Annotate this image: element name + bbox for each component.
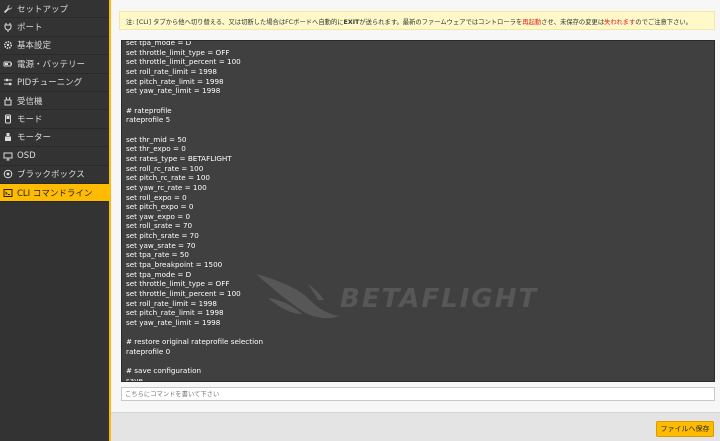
command-input[interactable] [121,387,715,401]
console-line: set pitch_rate_limit = 1998 [126,76,224,86]
sidebar-item-4[interactable]: PIDチューニング [0,74,109,92]
sidebar-item-6[interactable]: モード [0,110,109,129]
sidebar-item-label: 受信機 [17,96,43,107]
save-to-file-button[interactable]: ファイルへ保存 [656,421,714,437]
battery-icon [3,59,13,69]
console-line: set yaw_rc_rate = 100 [126,182,207,192]
sidebar-item-label: モーター [17,133,52,144]
console-line: set pitch_expo = 0 [126,202,194,212]
console-line: set pitch_rc_rate = 100 [126,173,211,183]
console-line: set roll_srate = 70 [126,221,193,231]
sidebar-item-label: OSD [17,150,36,161]
console-line: set yaw_rate_limit = 1998 [126,86,221,96]
console-line: rateprofile 5 [126,115,171,125]
blackbox-icon [3,169,13,179]
notice-restart: 再起動 [522,19,542,26]
console-line: set pitch_rate_limit = 1998 [126,308,224,318]
betaflight-watermark: BETAFLIGHT [248,254,578,334]
notice-text-2: が送られます。最新のファームウェアではコントローラを [359,19,523,26]
sidebar-item-8[interactable]: OSD [0,147,109,166]
switch-icon [3,114,13,124]
sidebar-item-0[interactable]: セットアップ [0,0,109,19]
sidebar-item-9[interactable]: ブラックボックス [0,166,109,184]
receiver-icon [3,96,13,106]
console-line: set thr_mid = 50 [126,134,187,144]
main-content: 注: [CLI] タブから他へ切り替える、又は切断した場合はFCボードへ自動的に… [111,0,720,441]
notice-exit: EXIT [343,19,360,26]
console-line: set yaw_srate = 70 [126,240,196,250]
console-line: set tpa_mode = D [126,269,192,279]
cli-output-console[interactable]: set tpa_mode = Dset throttle_limit_type … [121,40,715,382]
console-line: set tpa_rate = 50 [126,250,189,260]
console-line: set thr_expo = 0 [126,144,186,154]
console-line: set roll_expo = 0 [126,192,187,202]
sidebar-item-3[interactable]: 電源・バッテリー [0,55,109,74]
console-line: set throttle_limit_type = OFF [126,47,230,57]
console-line: set throttle_limit_percent = 100 [126,57,241,67]
sidebar-item-7[interactable]: モーター [0,129,109,148]
console-line: # restore original rateprofile selection [126,337,264,347]
terminal-icon [3,188,13,198]
console-line: set tpa_mode = D [126,40,192,47]
sidebar-item-label: ポート [17,23,43,34]
sidebar-item-label: モード [17,115,43,126]
watermark-text: BETAFLIGHT [340,284,539,314]
console-line: set yaw_rate_limit = 1998 [126,318,221,328]
sidebar: セットアップ ポート基本設定電源・バッテリー PIDチューニング 受信機モードモーター… [0,0,109,441]
console-line: set throttle_limit_type = OFF [126,279,230,289]
console-line: set roll_rc_rate = 100 [126,163,204,173]
console-output-lines: set tpa_mode = Dset throttle_limit_type … [126,40,264,382]
notice-text-3: させ、未保存の変更は [541,19,605,26]
plug-icon [3,22,13,33]
sliders-icon [3,77,13,87]
gear-icon [3,40,13,50]
cli-notice: 注: [CLI] タブから他へ切り替える、又は切断した場合はFCボードへ自動的に… [119,11,715,30]
wrench-icon [3,4,13,14]
sidebar-item-1[interactable]: ポート [0,18,109,37]
sidebar-item-label: ブラックボックス [17,170,85,181]
monitor-icon [3,151,13,161]
notice-text-4: のでご注意下さい。 [635,19,692,26]
sidebar-item-2[interactable]: 基本設定 [0,37,109,56]
console-line: # save configuration [126,366,202,376]
console-line: rateprofile 0 [126,347,171,356]
console-line: save [126,375,143,382]
console-line: set rates_type = BETAFLIGHT [126,153,232,163]
console-line: set tpa_breakpoint = 1500 [126,260,223,270]
motor-icon [3,132,13,142]
notice-lost: 失われます [604,19,636,26]
betaflight-logo-icon [256,274,340,319]
console-line: set pitch_srate = 70 [126,231,199,241]
sidebar-item-label: 基本設定 [17,41,52,52]
console-line: set roll_rate_limit = 1998 [126,298,217,308]
sidebar-item-5[interactable]: 受信機 [0,92,109,111]
notice-text-1: 注: [CLI] タブから他へ切り替える、又は切断した場合はFCボードへ自動的に [126,19,344,26]
console-line: set throttle_limit_percent = 100 [126,289,241,299]
console-line: set yaw_expo = 0 [126,211,191,221]
sidebar-item-label: 電源・バッテリー [17,59,86,70]
footer-bar: ファイルへ保存 [111,412,720,441]
console-line: # rateprofile [126,105,172,115]
sidebar-item-label: CLI コマンドライン [17,188,93,199]
sidebar-item-label: セットアップ [17,4,69,15]
sidebar-item-label: PIDチューニング [17,78,83,89]
sidebar-item-10[interactable]: CLI コマンドライン [0,183,109,203]
console-line: set roll_rate_limit = 1998 [126,66,217,76]
